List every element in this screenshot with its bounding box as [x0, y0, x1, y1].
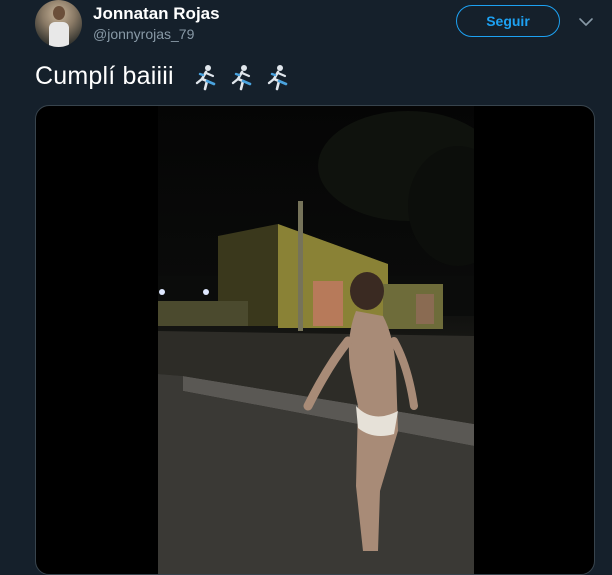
user-handle[interactable]: @jonnyrojas_79: [93, 26, 194, 42]
tweet-text: Cumplí baiiii: [35, 62, 174, 90]
runner-icon: [267, 65, 288, 91]
emoji-group: [193, 64, 291, 92]
chevron-down-icon[interactable]: [578, 14, 594, 30]
night-street-scene: [158, 111, 474, 574]
runner-icon: [195, 65, 216, 91]
avatar-shirt: [49, 22, 69, 47]
avatar-head: [53, 6, 65, 20]
display-name[interactable]: Jonnatan Rojas: [93, 4, 220, 24]
video-player[interactable]: [35, 105, 595, 575]
follow-button[interactable]: Seguir: [456, 5, 560, 37]
runner-icon: [231, 65, 252, 91]
video-frame: [158, 106, 474, 574]
avatar[interactable]: [35, 0, 82, 47]
